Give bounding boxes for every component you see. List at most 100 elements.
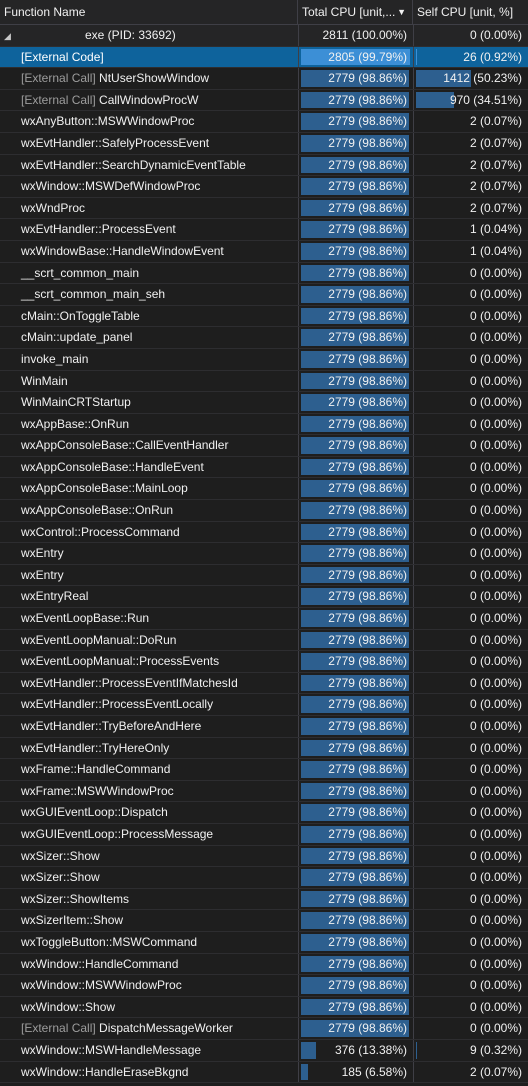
self-cpu-cell: 2 (0.07%): [413, 197, 528, 219]
table-row[interactable]: wxEvtHandler::ProcessEvent 2779 (98.86%) 1…: [0, 219, 528, 241]
process-label: exe (PID: 33692): [85, 28, 176, 42]
self-cpu-value: 26 (0.92%): [463, 49, 522, 64]
table-row[interactable]: wxWindow::MSWWindowProc 2779 (98.86%) 0 (0…: [0, 975, 528, 997]
table-row[interactable]: cMain::OnToggleTable 2779 (98.86%) 0 (0.00…: [0, 305, 528, 328]
self-cpu-cell: 0 (0.00%): [413, 392, 528, 413]
function-name: wxEvtHandler::TryBeforeAndHere: [21, 719, 202, 733]
table-row[interactable]: wxGUIEventLoop::ProcessMessage 2779 (98.8…: [0, 823, 528, 846]
self-cpu-value: 0 (0.00%): [469, 546, 522, 561]
table-row[interactable]: wxEntryReal 2779 (98.86%) 0 (0.00%): [0, 586, 528, 609]
table-row[interactable]: wxWindowBase::HandleWindowEvent 2779 (98.…: [0, 240, 528, 263]
function-name-cell: wxEvtHandler::ProcessEventIfMatchesId: [0, 673, 298, 694]
table-row[interactable]: invoke_main 2779 (98.86%) 0 (0.00%): [0, 348, 528, 371]
table-row[interactable]: wxSizerItem::Show 2779 (98.86%) 0 (0.00%): [0, 910, 528, 932]
self-cpu-value: 0 (0.00%): [469, 805, 522, 820]
function-name: __scrt_common_main: [21, 265, 140, 280]
total-cpu-cell: 2779 (98.86%): [298, 888, 413, 910]
table-row[interactable]: wxAppConsoleBase::CallEventHandler 2779 (…: [0, 435, 528, 457]
self-cpu-value: 0 (0.00%): [469, 632, 522, 647]
table-row[interactable]: wxAppConsoleBase::HandleEvent 2779 (98.86…: [0, 456, 528, 479]
table-row[interactable]: wxEvtHandler::SafelyProcessEvent 2779 (98…: [0, 132, 528, 155]
function-name-cell: WinMain: [0, 371, 298, 392]
table-row[interactable]: wxWndProc 2779 (98.86%) 2 (0.07%): [0, 197, 528, 220]
self-cpu-cell: 0 (0.00%): [413, 456, 528, 478]
function-name: wxWindow::Show: [21, 999, 116, 1014]
table-row[interactable]: __scrt_common_main_seh 2779 (98.86%) 0 (0.…: [0, 284, 528, 306]
total-cpu-value: 2779 (98.86%): [328, 697, 407, 712]
self-cpu-cell: 2 (0.07%): [413, 154, 528, 176]
function-name: wxAppBase::OnRun: [21, 416, 130, 431]
table-row[interactable]: wxWindow::HandleEraseBkgnd 185 (6.58%) 2 (…: [0, 1061, 528, 1084]
self-cpu-cell: 0 (0.00%): [413, 910, 528, 931]
total-cpu-cell: 2779 (98.86%): [298, 651, 413, 672]
table-row[interactable]: WinMain 2779 (98.86%) 0 (0.00%): [0, 370, 528, 393]
function-name: WinMainCRTStartup: [21, 395, 131, 410]
table-row[interactable]: wxFrame::MSWWindowProc 2779 (98.86%) 0 (0.…: [0, 780, 528, 803]
column-header-total-cpu[interactable]: Total CPU [unit,... ▼: [298, 0, 413, 24]
table-row[interactable]: wxWindow::HandleCommand 2779 (98.86%) 0 (0…: [0, 953, 528, 976]
table-row[interactable]: wxSizer::Show 2779 (98.86%) 0 (0.00%): [0, 867, 528, 889]
function-name-cell: wxWindow::HandleCommand: [0, 954, 298, 975]
total-cpu-value: 2779 (98.86%): [328, 416, 407, 431]
table-row[interactable]: __scrt_common_main 2779 (98.86%) 0 (0.00%): [0, 262, 528, 285]
function-name: [External Code]: [21, 49, 104, 64]
table-row[interactable]: cMain::update_panel 2779 (98.86%) 0 (0.00%…: [0, 327, 528, 349]
self-cpu-value: 2 (0.07%): [469, 114, 522, 129]
table-row[interactable]: wxEventLoopManual::ProcessEvents 2779 (98…: [0, 651, 528, 673]
total-cpu-value: 2779 (98.86%): [328, 740, 407, 755]
table-row[interactable]: wxGUIEventLoop::Dispatch 2779 (98.86%) 0 (…: [0, 802, 528, 824]
table-row[interactable]: wxAppConsoleBase::MainLoop 2779 (98.86%) 0…: [0, 478, 528, 501]
total-cpu-cell: 2779 (98.86%): [298, 759, 413, 780]
function-name-cell: wxEntry: [0, 543, 298, 564]
table-row[interactable]: [External Call] NtUserShowWindow 2779 (98…: [0, 68, 528, 90]
table-row[interactable]: wxWindow::Show 2779 (98.86%) 0 (0.00%): [0, 996, 528, 1019]
table-row[interactable]: wxEventLoopManual::DoRun 2779 (98.86%) 0 (…: [0, 629, 528, 652]
table-row[interactable]: wxToggleButton::MSWCommand 2779 (98.86%) 0…: [0, 931, 528, 954]
function-name: __scrt_common_main_seh: [21, 287, 166, 302]
table-row[interactable]: wxEvtHandler::ProcessEventIfMatchesId 277…: [0, 672, 528, 695]
table-row[interactable]: wxAnyButton::MSWWindowProc 2779 (98.86%) 2…: [0, 111, 528, 133]
table-row[interactable]: wxWindow::MSWHandleMessage 376 (13.38%) 9 …: [0, 1039, 528, 1062]
table-row[interactable]: wxSizer::Show 2779 (98.86%) 0 (0.00%): [0, 845, 528, 868]
column-header-self-cpu[interactable]: Self CPU [unit, %]: [413, 0, 528, 24]
process-root-row[interactable]: ◢ exe (PID: 33692) 2811 (100.00%) 0 (0.00%): [0, 25, 528, 47]
table-row[interactable]: wxAppConsoleBase::OnRun 2779 (98.86%) 0 (0…: [0, 500, 528, 522]
total-cpu-value: 2779 (98.86%): [328, 308, 407, 323]
table-row[interactable]: wxEvtHandler::TryHereOnly 2779 (98.86%) 0 …: [0, 737, 528, 760]
total-cpu-value: 2779 (98.86%): [328, 179, 407, 194]
table-row[interactable]: wxEvtHandler::ProcessEventLocally 2779 (9…: [0, 694, 528, 716]
table-row[interactable]: wxEventLoopBase::Run 2779 (98.86%) 0 (0.00…: [0, 608, 528, 630]
function-name: wxControl::ProcessCommand: [21, 524, 180, 539]
table-row[interactable]: wxWindow::MSWDefWindowProc 2779 (98.86%) 2…: [0, 176, 528, 198]
total-cpu-value: 2779 (98.86%): [328, 481, 407, 496]
table-row[interactable]: WinMainCRTStartup 2779 (98.86%) 0 (0.00%): [0, 392, 528, 414]
table-row[interactable]: wxEvtHandler::TryBeforeAndHere 2779 (98.8…: [0, 716, 528, 738]
table-row[interactable]: wxFrame::HandleCommand 2779 (98.86%) 0 (0.…: [0, 759, 528, 781]
self-cpu-value: 0 (0.00%): [469, 351, 522, 366]
total-cpu-cell: 2811 (100.00%): [298, 25, 413, 46]
function-name: wxEvtHandler::TryHereOnly: [21, 740, 170, 755]
total-cpu-cell: 2779 (98.86%): [298, 672, 413, 694]
total-cpu-bar: [301, 1041, 316, 1059]
function-name: wxEvtHandler::ProcessEventLocally: [21, 697, 214, 712]
function-name-cell: wxEvtHandler::ProcessEvent: [0, 219, 298, 240]
total-cpu-value: 2805 (99.79%): [328, 49, 407, 64]
table-row[interactable]: wxControl::ProcessCommand 2779 (98.86%) 0 …: [0, 521, 528, 544]
collapse-triangle-icon[interactable]: ◢: [4, 26, 18, 46]
column-header-function-name[interactable]: Function Name: [0, 0, 298, 24]
function-name-cell: wxFrame::MSWWindowProc: [0, 781, 298, 802]
table-row[interactable]: wxEntry 2779 (98.86%) 0 (0.00%): [0, 564, 528, 587]
table-row[interactable]: [External Code] 2805 (99.79%) 26 (0.92%): [0, 46, 528, 69]
function-name: invoke_main: [21, 351, 89, 366]
table-row[interactable]: [External Call] CallWindowProcW 2779 (98.…: [0, 89, 528, 112]
function-name-cell: wxEvtHandler::TryBeforeAndHere: [0, 716, 298, 737]
self-cpu-cell: 0 (0.00%): [413, 888, 528, 910]
total-cpu-value: 2779 (98.86%): [328, 395, 407, 410]
function-name-cell: wxAppConsoleBase::MainLoop: [0, 478, 298, 499]
total-cpu-cell: 2779 (98.86%): [298, 1018, 413, 1039]
table-row[interactable]: wxAppBase::OnRun 2779 (98.86%) 0 (0.00%): [0, 413, 528, 436]
table-row[interactable]: wxSizer::ShowItems 2779 (98.86%) 0 (0.00%): [0, 888, 528, 911]
table-row[interactable]: wxEvtHandler::SearchDynamicEventTable 277…: [0, 154, 528, 177]
table-row[interactable]: wxEntry 2779 (98.86%) 0 (0.00%): [0, 543, 528, 565]
table-row[interactable]: [External Call] DispatchMessageWorker 277…: [0, 1018, 528, 1040]
